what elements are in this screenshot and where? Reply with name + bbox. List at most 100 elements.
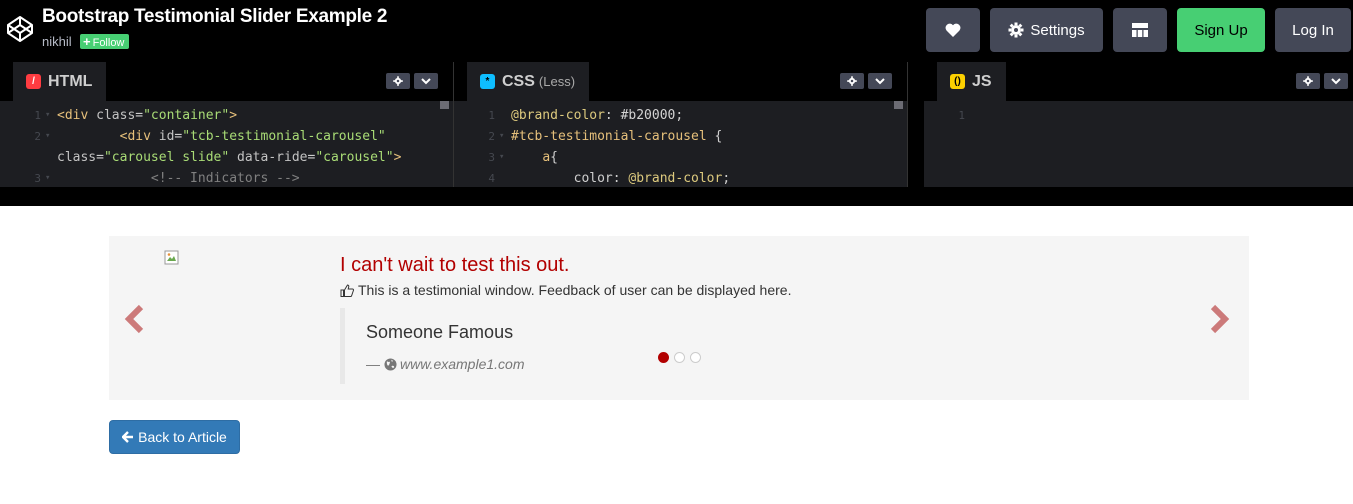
- chevron-down-icon: [1331, 77, 1341, 84]
- plus-icon: +: [83, 34, 91, 49]
- follow-button[interactable]: + Follow: [80, 34, 130, 49]
- code-line[interactable]: 2 ▾ #tcb-testimonial-carousel {: [467, 126, 907, 147]
- line-number: 2: [34, 130, 41, 143]
- testimonial-text: This is a testimonial window. Feedback o…: [358, 282, 792, 298]
- layout-icon: [1132, 23, 1148, 37]
- line-number: 1: [34, 109, 41, 122]
- tab-css[interactable]: * CSS (Less): [467, 62, 590, 101]
- code-text: color: @brand-color;: [511, 171, 731, 186]
- editor-menu-button[interactable]: [414, 73, 438, 89]
- settings-label: Settings: [1030, 21, 1085, 39]
- line-number: 1: [488, 109, 495, 122]
- editor-menu-button[interactable]: [1324, 73, 1348, 89]
- codepen-logo-icon[interactable]: [4, 13, 36, 45]
- top-bar: Bootstrap Testimonial Slider Example 2 n…: [0, 0, 1353, 62]
- carousel-indicator-dot[interactable]: [690, 352, 701, 363]
- code-line[interactable]: 3 ▾ <!-- Indicators -->: [13, 168, 453, 187]
- gear-icon: [1303, 76, 1313, 86]
- code-text: @brand-color: #b20000;: [511, 108, 684, 123]
- fold-arrow-icon[interactable]: ▾: [45, 126, 57, 147]
- code-text: <!-- Indicators -->: [150, 171, 300, 186]
- back-to-article-label: Back to Article: [138, 429, 227, 445]
- fold-arrow-icon[interactable]: ▾: [499, 147, 511, 168]
- code-line[interactable]: 2 ▾ <div id="tcb-testimonial-carousel": [13, 126, 453, 147]
- tab-css-label: CSS: [502, 72, 535, 90]
- carousel-indicators: [658, 352, 706, 363]
- gear-icon: [1008, 22, 1024, 38]
- fold-arrow-icon[interactable]: ▾: [45, 105, 57, 126]
- code-line[interactable]: 3 ▾ a{: [467, 147, 907, 168]
- js-code-editor[interactable]: 1: [937, 101, 1353, 187]
- testimonial-footer: — www.example1.com: [366, 356, 525, 372]
- css-code-editor[interactable]: 1 @brand-color: #b20000; 2 ▾ #tcb-testimonia…: [467, 101, 907, 187]
- fold-gutter: [45, 147, 57, 168]
- code-line[interactable]: 1 @brand-color: #b20000;: [467, 105, 907, 126]
- line-number: [13, 147, 45, 168]
- line-number: 1: [958, 109, 965, 122]
- code-line[interactable]: class="carousel slide" data-ride="carous…: [13, 147, 453, 168]
- chevron-left-icon: [124, 304, 144, 334]
- sign-up-button[interactable]: Sign Up: [1177, 8, 1265, 52]
- log-in-button[interactable]: Log In: [1275, 8, 1351, 52]
- code-line[interactable]: 1: [937, 105, 1353, 126]
- css-tab-bar: * CSS (Less): [454, 62, 907, 101]
- scrollbar[interactable]: [894, 101, 903, 109]
- line-number: 2: [488, 130, 495, 143]
- testimonial-heading: I can't wait to test this out.: [340, 254, 570, 276]
- gear-icon: [393, 76, 403, 86]
- preview-frame: I can't wait to test this out. This is a…: [0, 206, 1353, 504]
- editor-settings-button[interactable]: [1296, 73, 1320, 89]
- fold-gutter: [969, 105, 981, 126]
- line-number: 3: [488, 151, 495, 164]
- tab-html[interactable]: / HTML: [13, 62, 107, 101]
- js-tab-bar: () JS: [924, 62, 1353, 101]
- fold-arrow-icon[interactable]: ▾: [499, 126, 511, 147]
- testimonial-subtitle: This is a testimonial window. Feedback o…: [340, 282, 791, 298]
- testimonial-website[interactable]: www.example1.com: [400, 356, 525, 372]
- carousel-next-button[interactable]: [1209, 302, 1231, 344]
- code-text: <div id="tcb-testimonial-carousel": [119, 129, 386, 144]
- carousel-prev-button[interactable]: [123, 302, 145, 344]
- follow-label: Follow: [92, 37, 125, 49]
- html-code-editor[interactable]: 1 ▾ <div class="container"> 2 ▾ <div id="tcb…: [13, 101, 453, 187]
- settings-button[interactable]: Settings: [990, 8, 1103, 52]
- broken-image-icon: [164, 250, 179, 265]
- tab-js[interactable]: () JS: [937, 62, 1006, 101]
- arrow-left-icon: [122, 431, 134, 443]
- chevron-right-icon: [1210, 304, 1230, 334]
- code-text: <div class="container">: [57, 108, 238, 123]
- chevron-down-icon: [421, 77, 431, 84]
- love-button[interactable]: [926, 8, 980, 52]
- html-icon: /: [26, 74, 41, 89]
- testimonial-author: Someone Famous: [366, 322, 514, 342]
- code-text: a{: [542, 150, 558, 165]
- pane-resizer[interactable]: [907, 62, 908, 187]
- html-editor-pane: / HTML 1 ▾ <div class="container"> 2 ▾ <div …: [0, 62, 453, 187]
- fold-gutter: [499, 105, 511, 126]
- line-number: 4: [488, 172, 495, 185]
- html-tab-bar: / HTML: [0, 62, 453, 101]
- editor-settings-button[interactable]: [840, 73, 864, 89]
- editor-menu-button[interactable]: [868, 73, 892, 89]
- code-line[interactable]: 1 ▾ <div class="container">: [13, 105, 453, 126]
- author-name[interactable]: nikhil: [42, 34, 72, 49]
- code-text: class="carousel slide" data-ride="carous…: [57, 150, 402, 165]
- testimonial-carousel: I can't wait to test this out. This is a…: [109, 236, 1249, 400]
- editor-area: / HTML 1 ▾ <div class="container"> 2 ▾ <div …: [0, 62, 1353, 206]
- scrollbar[interactable]: [440, 101, 449, 109]
- carousel-indicator-dot[interactable]: [658, 352, 669, 363]
- thumbs-up-icon: [340, 283, 354, 297]
- fold-arrow-icon[interactable]: ▾: [45, 168, 57, 187]
- editor-settings-button[interactable]: [386, 73, 410, 89]
- code-line[interactable]: 4 color: @brand-color;: [467, 168, 907, 187]
- testimonial-blockquote: Someone Famous — www.example1.com: [340, 308, 840, 384]
- css-icon: *: [480, 74, 495, 89]
- tab-html-label: HTML: [48, 72, 93, 90]
- carousel-indicator-dot[interactable]: [674, 352, 685, 363]
- heart-icon: [945, 23, 961, 37]
- em-dash: —: [366, 356, 380, 372]
- line-number: 3: [34, 172, 41, 185]
- back-to-article-button[interactable]: Back to Article: [109, 420, 240, 454]
- change-view-button[interactable]: [1113, 8, 1167, 52]
- css-editor-pane: * CSS (Less) 1 @brand-color: #b20000; 2 ▾ #t…: [454, 62, 907, 187]
